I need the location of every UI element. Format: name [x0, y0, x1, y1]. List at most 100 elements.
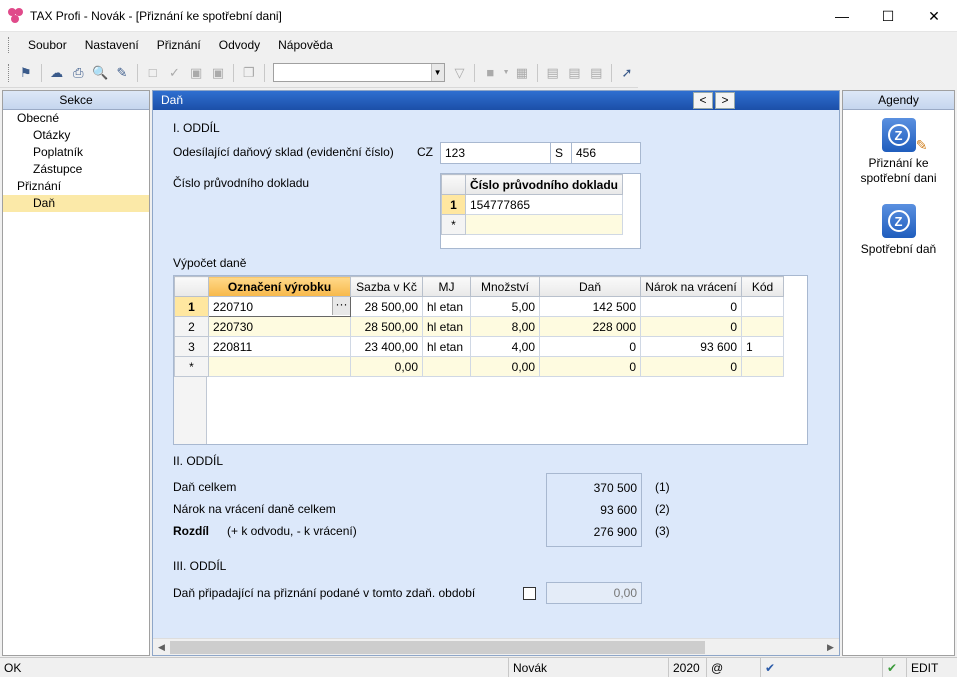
col-mj[interactable]: MJ: [422, 276, 471, 297]
save-icon[interactable]: ▣: [186, 63, 206, 83]
product-cell[interactable]: 220730: [208, 316, 351, 337]
rate-cell[interactable]: 28 500,00: [350, 316, 423, 337]
export-icon[interactable]: ☁: [47, 63, 67, 83]
agendy-header: Agendy: [843, 91, 954, 110]
code-cell[interactable]: 1: [741, 336, 784, 357]
next-section-button[interactable]: >: [715, 92, 735, 109]
print-preview-icon[interactable]: 🔍: [90, 63, 110, 83]
filter-icon[interactable]: ▽: [450, 63, 470, 83]
qty-cell[interactable]: 0,00: [470, 356, 540, 377]
refund-cell[interactable]: 0: [640, 296, 742, 317]
unit-cell[interactable]: hl etan: [422, 316, 471, 337]
pripadajici-field[interactable]: 0,00: [546, 582, 642, 604]
product-cell[interactable]: 220811: [208, 336, 351, 357]
col-sazba[interactable]: Sazba v Kč: [350, 276, 423, 297]
tree-item-poplatnik[interactable]: Poplatník: [3, 144, 149, 161]
col-dan[interactable]: Daň: [539, 276, 641, 297]
rate-cell[interactable]: 28 500,00: [350, 296, 423, 317]
list-icon[interactable]: ▤: [565, 63, 585, 83]
tax-return-icon[interactable]: Z ✎: [881, 118, 928, 153]
qty-cell[interactable]: 5,00: [470, 296, 540, 317]
pripadajici-label: Daň připadající na přiznání podané v tom…: [173, 586, 476, 600]
folder-dropdown-icon[interactable]: ▼: [502, 63, 510, 83]
tree-item-dan[interactable]: Daň: [3, 195, 149, 212]
scroll-left-icon[interactable]: ◀: [153, 639, 170, 656]
save-as-icon[interactable]: ▣: [208, 63, 228, 83]
report-icon[interactable]: ✎: [112, 63, 132, 83]
code-cell[interactable]: [741, 296, 784, 317]
sklad-s-field[interactable]: 456: [571, 142, 641, 164]
tree-item-zastupce[interactable]: Zástupce: [3, 161, 149, 178]
row-number[interactable]: 1: [441, 194, 466, 215]
open-folder-icon[interactable]: ⚑: [16, 63, 36, 83]
col-kod[interactable]: Kód: [741, 276, 784, 297]
row-number[interactable]: 3: [174, 336, 209, 357]
status-check-icon: ✔: [760, 658, 882, 677]
new-doc-icon[interactable]: □: [143, 63, 163, 83]
calculator-icon[interactable]: ▦: [512, 63, 532, 83]
menu-nastaveni[interactable]: Nastavení: [76, 38, 148, 52]
new-row-marker[interactable]: *: [441, 214, 466, 235]
menu-napoveda[interactable]: Nápověda: [269, 38, 342, 52]
scroll-thumb[interactable]: [170, 641, 705, 654]
row-number[interactable]: 1: [174, 296, 209, 317]
title-bar: TAX Profi - Novák - [Přiznání ke spotřeb…: [0, 0, 957, 32]
product-cell[interactable]: [208, 356, 351, 377]
tree-item-priznani[interactable]: Přiznání: [3, 178, 149, 195]
unit-cell[interactable]: hl etan: [422, 296, 471, 317]
excise-tax-icon[interactable]: Z: [881, 204, 916, 238]
tax-cell[interactable]: 142 500: [539, 296, 641, 317]
tax-cell[interactable]: 0: [539, 336, 641, 357]
product-cell[interactable]: 220710 ···: [208, 296, 351, 317]
unit-cell[interactable]: [422, 356, 471, 377]
toolbar-combo[interactable]: ▼: [272, 63, 445, 82]
tree-item-otazky[interactable]: Otázky: [3, 127, 149, 144]
copy-icon[interactable]: ❐: [239, 63, 259, 83]
refund-cell[interactable]: 93 600: [640, 336, 742, 357]
ellipsis-button[interactable]: ···: [332, 297, 350, 315]
rozdil-note: (+ k odvodu, - k vrácení): [227, 524, 357, 538]
col-mnozstvi[interactable]: Množství: [470, 276, 540, 297]
pripadajici-checkbox[interactable]: [523, 587, 536, 600]
check-icon[interactable]: ✓: [165, 63, 185, 83]
agenda-priznani[interactable]: Z ✎ Přiznání ke spotřební dani: [843, 118, 954, 186]
rate-cell[interactable]: 0,00: [350, 356, 423, 377]
doklad-cell[interactable]: 154777865: [465, 194, 623, 215]
qty-cell[interactable]: 8,00: [470, 316, 540, 337]
code-cell[interactable]: [741, 316, 784, 337]
print-icon[interactable]: ⎙: [69, 63, 89, 83]
folder-icon[interactable]: ■: [480, 63, 500, 83]
qty-cell[interactable]: 4,00: [470, 336, 540, 357]
unit-cell[interactable]: hl etan: [422, 336, 471, 357]
doklad-column-header[interactable]: Číslo průvodního dokladu: [465, 174, 623, 195]
table-row: 3 220811 23 400,00 hl etan 4,00 0 93 600…: [174, 336, 784, 357]
row-number[interactable]: 2: [174, 316, 209, 337]
agenda-spotrebni[interactable]: Z Spotřební daň: [843, 204, 954, 257]
window-title: TAX Profi - Novák - [Přiznání ke spotřeb…: [30, 8, 282, 23]
col-oznaceni[interactable]: Označení výrobku: [208, 276, 351, 297]
horizontal-scrollbar[interactable]: ◀ ▶: [153, 638, 839, 655]
chevron-down-icon[interactable]: ▼: [430, 64, 444, 81]
menu-odvody[interactable]: Odvody: [210, 38, 269, 52]
prev-section-button[interactable]: <: [693, 92, 713, 109]
tax-cell[interactable]: 228 000: [539, 316, 641, 337]
help-pointer-icon[interactable]: ➚: [617, 63, 637, 83]
tax-cell[interactable]: 0: [539, 356, 641, 377]
col-narok[interactable]: Nárok na vrácení: [640, 276, 742, 297]
code-cell[interactable]: [741, 356, 784, 377]
menu-priznani[interactable]: Přiznání: [148, 38, 210, 52]
new-row-marker[interactable]: *: [174, 356, 209, 377]
tree-item-obecne[interactable]: Obecné: [3, 110, 149, 127]
refund-cell[interactable]: 0: [640, 356, 742, 377]
comment-icon[interactable]: ▤: [543, 63, 563, 83]
notes-icon[interactable]: ▤: [586, 63, 606, 83]
sklad-number-field[interactable]: 123: [440, 142, 551, 164]
doklad-new-cell[interactable]: [465, 214, 623, 235]
menu-soubor[interactable]: Soubor: [19, 38, 76, 52]
rate-cell[interactable]: 23 400,00: [350, 336, 423, 357]
refund-cell[interactable]: 0: [640, 316, 742, 337]
close-button[interactable]: ✕: [911, 0, 957, 32]
scroll-right-icon[interactable]: ▶: [822, 639, 839, 656]
maximize-button[interactable]: ☐: [865, 0, 911, 32]
minimize-button[interactable]: —: [819, 0, 865, 32]
